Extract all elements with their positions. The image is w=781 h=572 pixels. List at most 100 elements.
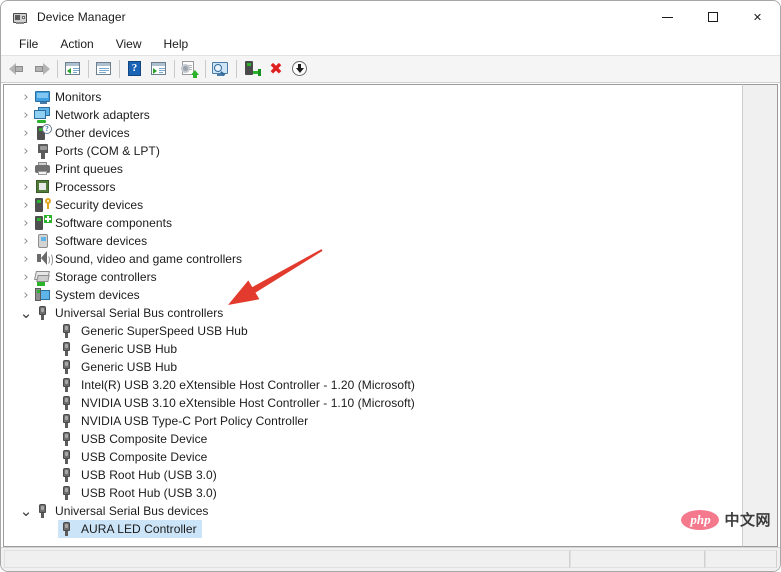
tree-spacer bbox=[42, 340, 58, 358]
chevron-right-icon[interactable]: › bbox=[18, 178, 34, 196]
node-content: Sound, video and game controllers bbox=[34, 250, 242, 268]
tree-node[interactable]: Generic USB Hub bbox=[4, 340, 742, 358]
content-area: › Monitors›Network adapters›?Other device… bbox=[1, 83, 780, 547]
usb-icon bbox=[58, 520, 76, 538]
tree-node[interactable]: ›Ports (COM & LPT) bbox=[4, 142, 742, 160]
tree-node-label: Processors bbox=[55, 178, 116, 196]
chevron-right-icon[interactable]: › bbox=[18, 160, 34, 178]
tree-node[interactable]: › Storage controllers bbox=[4, 268, 742, 286]
menu-item-action[interactable]: Action bbox=[49, 35, 104, 54]
tree-node[interactable]: ›Sound, video and game controllers bbox=[4, 250, 742, 268]
printer-icon bbox=[34, 160, 52, 178]
chevron-right-icon[interactable]: › bbox=[18, 106, 34, 124]
close-icon: ✕ bbox=[753, 12, 762, 23]
maximize-button[interactable] bbox=[690, 1, 735, 33]
chevron-right-icon[interactable]: › bbox=[18, 268, 34, 286]
window-title: Device Manager bbox=[37, 10, 126, 24]
tree-node[interactable]: ›System devices bbox=[4, 286, 742, 304]
usb-icon bbox=[58, 466, 76, 484]
minimize-icon bbox=[662, 17, 673, 18]
tree-node[interactable]: ›?Other devices bbox=[4, 124, 742, 142]
node-content: Processors bbox=[34, 178, 116, 196]
chevron-down-icon[interactable]: ⌄ bbox=[18, 502, 34, 520]
device-tree-pane[interactable]: › Monitors›Network adapters›?Other device… bbox=[3, 84, 742, 547]
tree-node[interactable]: › Processors bbox=[4, 178, 742, 196]
tree-node[interactable]: ›Software devices bbox=[4, 232, 742, 250]
menu-item-view[interactable]: View bbox=[105, 35, 153, 54]
forward-button[interactable] bbox=[30, 57, 54, 81]
chevron-right-icon[interactable]: › bbox=[18, 214, 34, 232]
other-device-icon: ? bbox=[34, 124, 52, 142]
console-tree-icon bbox=[64, 60, 82, 78]
selected-node-highlight: AURA LED Controller bbox=[58, 520, 202, 538]
uninstall-device-button[interactable]: ✖ bbox=[264, 57, 288, 81]
tree-spacer bbox=[42, 358, 58, 376]
toolbar-separator bbox=[57, 60, 58, 78]
chevron-right-icon[interactable]: › bbox=[18, 124, 34, 142]
download-button[interactable] bbox=[288, 57, 312, 81]
menu-item-help[interactable]: Help bbox=[153, 35, 200, 54]
tree-node-label: Universal Serial Bus devices bbox=[55, 502, 208, 520]
tree-node-label: Storage controllers bbox=[55, 268, 157, 286]
scan-for-hardware-changes-button[interactable] bbox=[209, 57, 233, 81]
show-hide-console-tree-button[interactable] bbox=[61, 57, 85, 81]
tree-node[interactable]: USB Root Hub (USB 3.0) bbox=[4, 484, 742, 502]
usb-icon bbox=[58, 394, 76, 412]
chevron-right-icon[interactable]: › bbox=[18, 142, 34, 160]
chevron-right-icon[interactable]: › bbox=[18, 250, 34, 268]
usb-icon bbox=[58, 448, 76, 466]
tree-node-label: Monitors bbox=[55, 88, 101, 106]
close-button[interactable]: ✕ bbox=[735, 1, 780, 33]
help-question-icon: ? bbox=[126, 60, 144, 78]
chevron-right-icon[interactable]: › bbox=[18, 232, 34, 250]
tree-node[interactable]: AURA LED Controller bbox=[4, 520, 742, 538]
tree-node[interactable]: › Monitors bbox=[4, 88, 742, 106]
tree-node[interactable]: ›Security devices bbox=[4, 196, 742, 214]
toolbar-separator bbox=[174, 60, 175, 78]
show-hide-action-pane-button[interactable] bbox=[147, 57, 171, 81]
tree-spacer bbox=[42, 484, 58, 502]
arrow-right-icon bbox=[33, 60, 51, 78]
node-content: Monitors bbox=[34, 88, 101, 106]
update-driver-button[interactable] bbox=[178, 57, 202, 81]
enable-device-button[interactable] bbox=[240, 57, 264, 81]
red-x-icon: ✖ bbox=[269, 61, 282, 77]
tree-node[interactable]: Generic SuperSpeed USB Hub bbox=[4, 322, 742, 340]
node-content: NVIDIA USB 3.10 eXtensible Host Controll… bbox=[58, 394, 415, 412]
help-button[interactable]: ? bbox=[123, 57, 147, 81]
status-pane-tertiary bbox=[705, 550, 777, 568]
usb-icon bbox=[34, 304, 52, 322]
tree-node[interactable]: USB Composite Device bbox=[4, 448, 742, 466]
system-device-icon bbox=[34, 286, 52, 304]
tree-node[interactable]: NVIDIA USB Type-C Port Policy Controller bbox=[4, 412, 742, 430]
toolbar-separator bbox=[88, 60, 89, 78]
tree-node[interactable]: Intel(R) USB 3.20 eXtensible Host Contro… bbox=[4, 376, 742, 394]
chevron-right-icon[interactable]: › bbox=[18, 196, 34, 214]
properties-panel-icon bbox=[95, 60, 113, 78]
usb-icon bbox=[58, 484, 76, 502]
chevron-down-icon[interactable]: ⌄ bbox=[18, 304, 34, 322]
port-icon bbox=[34, 142, 52, 160]
tree-node[interactable]: ›Network adapters bbox=[4, 106, 742, 124]
tree-node[interactable]: ⌄Universal Serial Bus controllers bbox=[4, 304, 742, 322]
tree-node[interactable]: ⌄ Universal Serial Bus devices bbox=[4, 502, 742, 520]
tree-node-label: USB Composite Device bbox=[81, 430, 207, 448]
tree-node-label: USB Root Hub (USB 3.0) bbox=[81, 484, 217, 502]
tree-node[interactable]: ›Print queues bbox=[4, 160, 742, 178]
tree-spacer bbox=[42, 412, 58, 430]
toolbar-separator bbox=[119, 60, 120, 78]
properties-button[interactable] bbox=[92, 57, 116, 81]
minimize-button[interactable] bbox=[645, 1, 690, 33]
tree-node[interactable]: NVIDIA USB 3.10 eXtensible Host Controll… bbox=[4, 394, 742, 412]
chevron-right-icon[interactable]: › bbox=[18, 88, 34, 106]
tree-node[interactable]: USB Root Hub (USB 3.0) bbox=[4, 466, 742, 484]
chevron-right-icon[interactable]: › bbox=[18, 286, 34, 304]
arrow-left-icon bbox=[9, 60, 27, 78]
tree-node[interactable]: Generic USB Hub bbox=[4, 358, 742, 376]
maximize-icon bbox=[708, 12, 718, 22]
back-button[interactable] bbox=[6, 57, 30, 81]
device-tree: › Monitors›Network adapters›?Other device… bbox=[4, 88, 742, 544]
tree-node[interactable]: ›Software components bbox=[4, 214, 742, 232]
tree-node[interactable]: USB Composite Device bbox=[4, 430, 742, 448]
menu-item-file[interactable]: File bbox=[8, 35, 49, 54]
